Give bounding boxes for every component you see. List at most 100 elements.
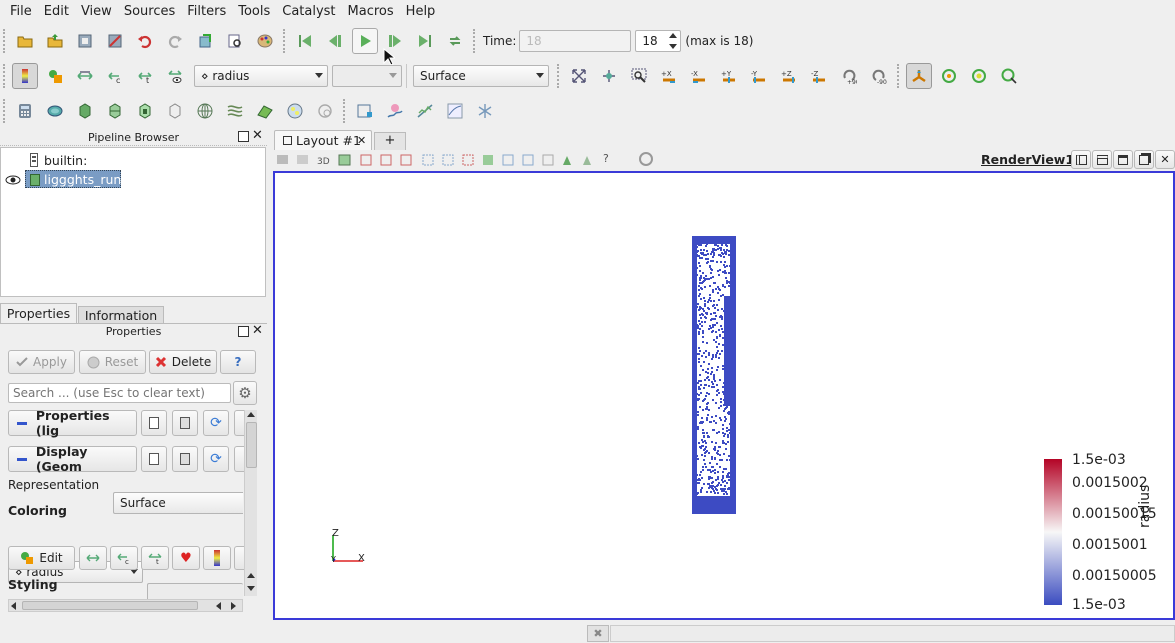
output-messages-button[interactable]: ✖ xyxy=(587,625,609,642)
render-view[interactable]: Z Y X 1.5e-03 0.0015002 0.00150015 0.001… xyxy=(273,171,1175,620)
view-plus-z-icon[interactable]: +Z xyxy=(776,63,802,89)
extract-subset-icon[interactable] xyxy=(162,98,188,124)
restore-button[interactable] xyxy=(1134,150,1154,169)
first-frame-icon[interactable] xyxy=(292,28,318,54)
rescale-temporal-icon[interactable]: t xyxy=(132,63,158,89)
glyph-icon[interactable] xyxy=(192,98,218,124)
representation-select[interactable]: Surface xyxy=(413,65,549,87)
rescale-range-button[interactable] xyxy=(79,546,107,570)
view-minus-y-icon[interactable]: -Y xyxy=(746,63,772,89)
float-icon[interactable] xyxy=(238,131,249,142)
scroll-up-icon[interactable] xyxy=(247,412,255,417)
tab-information[interactable]: Information xyxy=(78,306,164,323)
close-tab-icon[interactable]: ✕ xyxy=(357,131,366,150)
reset-camera-icon[interactable] xyxy=(566,63,592,89)
menu-filters[interactable]: Filters xyxy=(181,0,232,24)
menu-catalyst[interactable]: Catalyst xyxy=(276,0,341,24)
spin-up-icon[interactable] xyxy=(669,33,678,38)
vertical-scrollbar[interactable] xyxy=(244,410,257,596)
scroll-left-icon[interactable] xyxy=(216,602,221,610)
pick-center-icon[interactable] xyxy=(996,63,1022,89)
scroll-right-icon[interactable] xyxy=(231,602,236,610)
split-horizontal-button[interactable] xyxy=(1071,150,1091,169)
redo-icon[interactable] xyxy=(162,28,188,54)
split-vertical-button[interactable] xyxy=(1092,150,1112,169)
plot-over-line-icon[interactable] xyxy=(412,98,438,124)
zoom-box-icon[interactable] xyxy=(626,63,652,89)
edit-colormap-button[interactable]: Edit xyxy=(8,546,75,570)
threshold-icon[interactable] xyxy=(132,98,158,124)
play-icon[interactable] xyxy=(352,28,378,54)
spreadsheet-view-icon[interactable] xyxy=(352,98,378,124)
builtin-label[interactable]: builtin: xyxy=(44,153,87,168)
slice-icon[interactable] xyxy=(102,98,128,124)
undo-icon[interactable] xyxy=(132,28,158,54)
horizontal-scrollbar[interactable] xyxy=(8,599,243,612)
previous-frame-icon[interactable] xyxy=(322,28,348,54)
connect-icon[interactable] xyxy=(72,28,98,54)
representation-field[interactable]: Surface xyxy=(113,492,243,514)
copy-button[interactable] xyxy=(141,446,167,472)
menu-edit[interactable]: Edit xyxy=(38,0,75,24)
snowflake-icon[interactable] xyxy=(472,98,498,124)
spin-down-icon[interactable] xyxy=(669,44,678,49)
component-select[interactable] xyxy=(332,65,402,87)
view-minus-x-icon[interactable]: -X xyxy=(686,63,712,89)
advanced-settings-button[interactable]: ⚙ xyxy=(233,381,257,405)
properties-section-button[interactable]: Properties (lig xyxy=(8,408,137,438)
save-defaults-button[interactable] xyxy=(234,446,244,472)
show-center-icon[interactable] xyxy=(936,63,962,89)
reset-button[interactable]: Reset xyxy=(79,350,146,374)
restore-defaults-button[interactable]: ⟳ xyxy=(203,446,229,472)
query-icon[interactable]: ? xyxy=(603,152,609,165)
menu-file[interactable]: File xyxy=(4,0,38,24)
rotate-minus-90-icon[interactable]: -90 xyxy=(866,63,892,89)
eye-visibility-icon[interactable] xyxy=(5,174,21,189)
rescale-custom-button[interactable]: c xyxy=(110,546,138,570)
menu-view[interactable]: View xyxy=(75,0,118,24)
loop-icon[interactable] xyxy=(442,28,468,54)
display-section-button[interactable]: Display (Geom xyxy=(8,444,137,474)
probe-icon[interactable] xyxy=(382,98,408,124)
rescale-temporal-button[interactable]: t xyxy=(141,546,169,570)
rotate-plus-90-icon[interactable]: +90 xyxy=(836,63,862,89)
help-button[interactable]: ? xyxy=(220,350,256,374)
color-by-select[interactable]: ⋄ radius xyxy=(194,65,328,87)
clip-icon[interactable] xyxy=(72,98,98,124)
save-defaults-button[interactable] xyxy=(234,410,244,436)
more-button[interactable] xyxy=(234,546,244,570)
close-view-button[interactable]: ✕ xyxy=(1155,150,1175,169)
reset-session-icon[interactable] xyxy=(192,28,218,54)
maximize-button[interactable] xyxy=(1113,150,1133,169)
palette-icon[interactable] xyxy=(252,28,278,54)
rescale-range-icon[interactable] xyxy=(72,63,98,89)
delete-button[interactable]: Delete xyxy=(149,350,217,374)
edit-colormap-icon[interactable] xyxy=(42,63,68,89)
close-icon[interactable]: ✕ xyxy=(252,129,263,143)
show-orientation-axes-icon[interactable] xyxy=(906,63,932,89)
color-legend-icon[interactable] xyxy=(12,63,38,89)
search-input[interactable] xyxy=(8,383,231,403)
scroll-up-icon[interactable] xyxy=(247,573,255,578)
contour-icon[interactable] xyxy=(42,98,68,124)
group-datasets-icon[interactable] xyxy=(282,98,308,124)
rescale-custom-icon[interactable]: c xyxy=(102,63,128,89)
float-icon[interactable] xyxy=(238,326,249,337)
scroll-thumb[interactable] xyxy=(246,422,257,468)
choose-preset-button[interactable]: ♥ xyxy=(172,546,200,570)
scroll-down-icon[interactable] xyxy=(247,586,255,591)
calculator-icon[interactable] xyxy=(12,98,38,124)
open-icon[interactable] xyxy=(12,28,38,54)
menu-macros[interactable]: Macros xyxy=(342,0,400,24)
histogram-icon[interactable] xyxy=(442,98,468,124)
menu-help[interactable]: Help xyxy=(400,0,442,24)
tab-properties[interactable]: Properties xyxy=(0,303,77,323)
zoom-to-data-icon[interactable] xyxy=(596,63,622,89)
paste-button[interactable] xyxy=(172,410,198,436)
add-layout-tab[interactable]: + xyxy=(374,132,406,150)
extract-level-icon[interactable] xyxy=(312,98,338,124)
warp-vector-icon[interactable] xyxy=(252,98,278,124)
view-minus-z-icon[interactable]: -Z xyxy=(806,63,832,89)
menu-tools[interactable]: Tools xyxy=(232,0,276,24)
toggle-legend-button[interactable] xyxy=(203,546,231,570)
